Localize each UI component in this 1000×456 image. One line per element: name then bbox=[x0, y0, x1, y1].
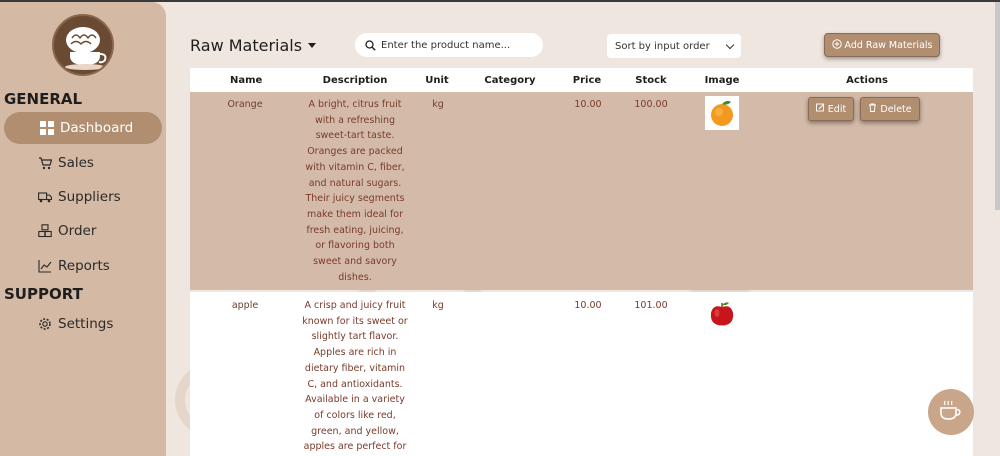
sidebar-item-order[interactable]: Order bbox=[4, 215, 162, 247]
sidebar-item-settings[interactable]: Settings bbox=[4, 308, 162, 340]
add-button-label: Add Raw Materials bbox=[844, 39, 933, 51]
table-row[interactable]: Orange A bright, citrus fruit with a ref… bbox=[190, 92, 973, 290]
cell-price: 10.00 bbox=[574, 99, 602, 110]
sidebar-item-dashboard[interactable]: Dashboard bbox=[4, 112, 162, 144]
trash-icon bbox=[868, 103, 877, 115]
add-raw-materials-button[interactable]: Add Raw Materials bbox=[824, 33, 940, 57]
page-title-dropdown[interactable]: Raw Materials bbox=[190, 36, 317, 55]
table-header: Name Description Unit Category Price Sto… bbox=[190, 68, 973, 92]
column-header-description: Description bbox=[322, 75, 388, 86]
sidebar-item-reports[interactable]: Reports bbox=[4, 250, 162, 282]
edit-icon bbox=[815, 103, 825, 115]
page-title: Raw Materials bbox=[190, 36, 303, 55]
cart-icon bbox=[38, 156, 52, 170]
orange-fruit-image bbox=[705, 96, 739, 130]
chevron-down-icon bbox=[725, 40, 735, 49]
sidebar-item-label: Settings bbox=[58, 316, 114, 332]
sort-selected-value: Sort by input order bbox=[615, 40, 710, 52]
coffee-cup-button[interactable] bbox=[928, 389, 974, 435]
sidebar: GENERAL Dashboard Sales Suppliers Order … bbox=[0, 2, 166, 456]
search-icon bbox=[365, 36, 376, 55]
sidebar-item-label: Dashboard bbox=[60, 120, 134, 136]
cell-name: Orange bbox=[227, 99, 263, 110]
column-header-stock: Stock bbox=[635, 75, 667, 86]
delete-button[interactable]: Delete bbox=[860, 97, 920, 121]
sort-select[interactable]: Sort by input order bbox=[607, 34, 741, 58]
caret-down-icon bbox=[308, 43, 317, 48]
edit-button[interactable]: Edit bbox=[808, 97, 854, 121]
cell-description: A bright, citrus fruit with a refreshing… bbox=[305, 99, 405, 283]
edit-label: Edit bbox=[827, 103, 847, 115]
sidebar-item-label: Order bbox=[58, 223, 97, 239]
cell-stock: 101.00 bbox=[634, 300, 668, 311]
cell-stock: 100.00 bbox=[634, 99, 668, 110]
table-row[interactable]: apple A crisp and juicy fruit known for … bbox=[190, 292, 973, 456]
column-header-unit: Unit bbox=[425, 75, 449, 86]
boxes-icon bbox=[38, 224, 52, 238]
cell-unit: kg bbox=[432, 300, 444, 311]
column-header-price: Price bbox=[572, 75, 602, 86]
sidebar-item-suppliers[interactable]: Suppliers bbox=[4, 181, 162, 213]
sidebar-item-label: Sales bbox=[58, 155, 94, 171]
coffee-cup-icon bbox=[938, 397, 964, 427]
search-input[interactable] bbox=[381, 39, 531, 51]
sidebar-item-sales[interactable]: Sales bbox=[4, 147, 162, 179]
cell-unit: kg bbox=[432, 99, 444, 110]
coffee-brain-logo bbox=[52, 14, 114, 76]
grid-icon bbox=[40, 121, 54, 135]
search-box[interactable] bbox=[355, 33, 543, 57]
delete-label: Delete bbox=[880, 103, 912, 115]
sidebar-item-label: Reports bbox=[58, 258, 110, 274]
column-header-image: Image bbox=[704, 75, 740, 86]
cell-price: 10.00 bbox=[574, 300, 602, 311]
plus-circle-icon bbox=[831, 38, 842, 52]
column-header-name: Name bbox=[230, 75, 263, 86]
page-scrollbar[interactable] bbox=[995, 2, 1000, 210]
section-title-general: GENERAL bbox=[4, 90, 83, 108]
chart-line-icon bbox=[38, 259, 52, 273]
column-header-actions: Actions bbox=[846, 75, 888, 86]
truck-icon bbox=[38, 190, 52, 204]
cell-description: A crisp and juicy fruit known for its sw… bbox=[302, 300, 408, 453]
red-apple-image bbox=[705, 296, 739, 330]
column-header-category: Category bbox=[484, 75, 536, 86]
sidebar-item-label: Suppliers bbox=[58, 189, 121, 205]
cell-name: apple bbox=[231, 300, 259, 311]
section-title-support: SUPPORT bbox=[4, 285, 83, 303]
gear-icon bbox=[38, 317, 52, 331]
